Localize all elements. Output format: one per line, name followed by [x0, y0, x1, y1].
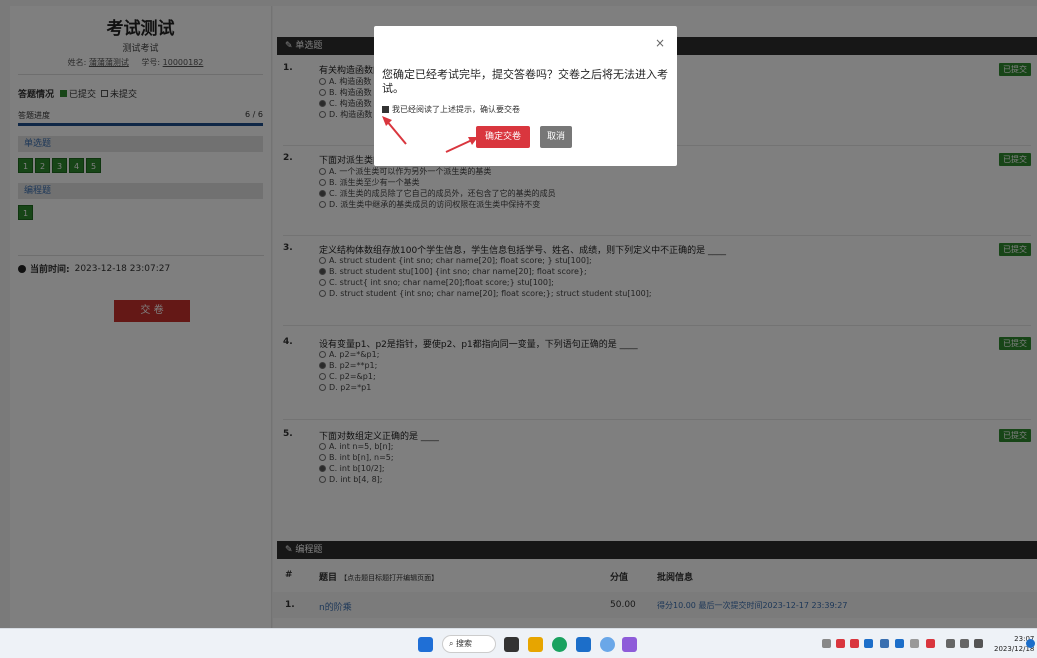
app-icon[interactable]	[622, 637, 637, 652]
wifi-icon[interactable]	[946, 639, 955, 648]
confirm-checkbox[interactable]	[382, 106, 389, 113]
chevron-up-icon[interactable]	[822, 639, 831, 648]
battery-icon[interactable]	[974, 639, 983, 648]
tray-app-icon[interactable]	[895, 639, 904, 648]
tray-app-icon[interactable]	[850, 639, 859, 648]
tray-app-icon[interactable]	[926, 639, 935, 648]
tray-app-icon[interactable]	[836, 639, 845, 648]
close-icon[interactable]: ×	[655, 36, 665, 50]
windows-taskbar: ⌕ 搜索 23:07 2023/12/18	[0, 628, 1037, 658]
confirm-checkbox-label: 我已经阅读了上述提示，确认要交卷	[392, 105, 520, 114]
tray-app-icon[interactable]	[880, 639, 889, 648]
file-explorer-icon[interactable]	[528, 637, 543, 652]
tray-app-icon[interactable]	[864, 639, 873, 648]
taskbar-search-label: 搜索	[456, 639, 473, 648]
app-icon[interactable]	[600, 637, 615, 652]
speaker-icon[interactable]	[960, 639, 969, 648]
confirm-submit-button[interactable]: 确定交卷	[476, 126, 530, 148]
windows-start-icon[interactable]	[418, 637, 433, 652]
edge-browser-icon[interactable]	[552, 637, 567, 652]
task-view-icon[interactable]	[504, 637, 519, 652]
store-icon[interactable]	[576, 637, 591, 652]
search-icon: ⌕	[449, 639, 457, 648]
confirm-submit-dialog: × 您确定已经考试完毕，提交答卷吗？交卷之后将无法进入考试。 我已经阅读了上述提…	[374, 26, 677, 166]
taskbar-search[interactable]: ⌕ 搜索	[442, 635, 496, 653]
cancel-button[interactable]: 取消	[540, 126, 572, 148]
annotation-arrow-icon	[382, 116, 407, 145]
ime-icon[interactable]	[910, 639, 919, 648]
notification-icon[interactable]	[1026, 639, 1035, 648]
annotation-arrow-icon	[445, 137, 478, 153]
dialog-message: 您确定已经考试完毕，提交答卷吗？交卷之后将无法进入考试。	[382, 68, 668, 95]
